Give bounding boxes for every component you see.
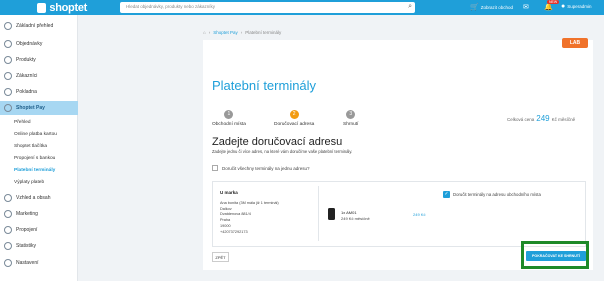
help-icon: ✉ <box>523 4 529 11</box>
user-menu[interactable]: ● Superadmin <box>561 3 592 10</box>
step-1-label: Obchodní místa <box>212 122 246 127</box>
sidebar-subitem-overview[interactable]: Přehled <box>14 120 31 125</box>
divider <box>318 186 319 241</box>
sidebar-subitem-payouts[interactable]: Výplaty plateb <box>14 180 44 185</box>
orders-icon <box>4 40 12 48</box>
sidebar-subitem-terminals[interactable]: Platební terminály <box>14 168 55 173</box>
search-placeholder: Hledat objednávky, produkty nebo zákazní… <box>126 4 215 9</box>
sidebar-item-appearance[interactable]: Vzhled a obsah <box>0 191 78 205</box>
deliver-all-option[interactable]: Doručit všechny terminály na jednu adres… <box>212 165 310 171</box>
logo-icon <box>37 2 47 13</box>
sidebar-item-customers[interactable]: Zákazníci <box>0 69 78 83</box>
address-line: Praha <box>220 218 231 222</box>
sidebar-item-settings[interactable]: Nastavení <box>0 256 78 270</box>
step-1-number: 1 <box>224 110 234 119</box>
new-badge: NEW <box>547 0 560 4</box>
sidebar-item-marketing[interactable]: Marketing <box>0 207 78 221</box>
deliver-to-shop-label: Doručit terminály na adresu obchodního m… <box>453 192 541 197</box>
register-icon <box>4 88 12 96</box>
page-title: Platební terminály <box>212 78 317 93</box>
connections-icon <box>4 226 12 234</box>
view-shop-link[interactable]: 🛒 Zobrazit obchod <box>470 3 513 11</box>
step-2: 2 Doručovací adresa <box>274 110 314 127</box>
sidebar-subitem-card-payment[interactable]: Online platba kartou <box>14 132 57 137</box>
address-line: Ana bonita (3M mála již 1 terminál) <box>220 201 279 205</box>
stats-icon <box>4 242 12 250</box>
breadcrumb-link-shoptet-pay[interactable]: Shoptet Pay <box>213 30 238 35</box>
address-line: +420737292173 <box>220 230 248 234</box>
continue-button[interactable]: POKRAČOVAT KE SHRNUTÍ <box>526 251 586 261</box>
products-icon <box>4 56 12 64</box>
help-button[interactable]: ✉ <box>523 3 529 11</box>
step-3: 3 Shrnutí <box>343 110 358 127</box>
logo[interactable]: shoptet <box>37 1 87 14</box>
settings-icon <box>4 259 12 267</box>
back-button[interactable]: ZPĚT <box>212 252 229 262</box>
sidebar-subitem-buttons[interactable]: Shoptet tlačítka <box>14 144 47 149</box>
appearance-icon <box>4 194 12 202</box>
lab-badge: LAB <box>562 38 588 48</box>
product-total: 249 Kč <box>413 212 426 217</box>
sidebar-item-stats[interactable]: Statistiky <box>0 239 78 253</box>
breadcrumb-current: Platební terminály <box>245 30 282 35</box>
terminal-icon <box>328 208 335 220</box>
step-3-number: 3 <box>346 110 356 119</box>
address-line: Dvatdenova 881/4 <box>220 212 251 216</box>
breadcrumb: ⌂ › Shoptet Pay › Platební terminály <box>203 30 282 35</box>
step-1[interactable]: 1 Obchodní místa <box>212 110 246 127</box>
customers-icon <box>4 72 12 80</box>
marketing-icon <box>4 210 12 218</box>
bell-icon: 🔔 <box>544 4 553 11</box>
sidebar-item-orders[interactable]: Objednávky <box>0 37 78 51</box>
sidebar-subitem-bank[interactable]: Propojení s bankou <box>14 156 55 161</box>
product-name: 1x AM01 <box>341 210 357 215</box>
step-3-label: Shrnutí <box>343 122 359 127</box>
step-2-number: 2 <box>289 110 299 119</box>
notifications-button[interactable]: 🔔 <box>544 3 553 11</box>
pay-icon <box>4 104 12 112</box>
section-title: Zadejte doručovací adresu <box>212 136 343 148</box>
sidebar-item-connections[interactable]: Propojení <box>0 223 78 237</box>
dashboard-icon <box>4 22 12 30</box>
product-price: 249 Kč měsíčně <box>341 216 370 221</box>
sidebar-item-dashboard[interactable]: Základní přehled <box>0 19 78 33</box>
address-line: 19000 <box>220 224 231 228</box>
deliver-to-shop-checkbox[interactable]: ✓ <box>443 191 450 198</box>
logo-text: shoptet <box>49 1 87 14</box>
total-price: Celková cena 249 Kč měsíčně <box>507 114 576 123</box>
price-amount: 249 <box>536 114 550 123</box>
home-icon[interactable]: ⌂ <box>203 30 206 35</box>
sidebar-item-shoptet-pay[interactable]: Shoptet Pay <box>0 101 78 115</box>
address-name: U marka <box>220 190 238 195</box>
search-input[interactable]: Hledat objednávky, produkty nebo zákazní… <box>120 2 415 13</box>
address-line: Dalkov <box>220 207 232 211</box>
search-icon[interactable]: ⌕ <box>408 3 412 11</box>
sidebar-item-products[interactable]: Produkty <box>0 53 78 67</box>
sidebar-item-register[interactable]: Pokladna <box>0 85 78 99</box>
section-subtitle: Zadejte jednu či více adres, na které vá… <box>212 149 353 154</box>
deliver-all-checkbox[interactable] <box>212 165 218 171</box>
user-icon: ● <box>561 3 566 10</box>
cart-icon: 🛒 <box>470 4 479 11</box>
step-2-label: Doručovací adresa <box>274 122 315 127</box>
address-card <box>212 181 586 247</box>
